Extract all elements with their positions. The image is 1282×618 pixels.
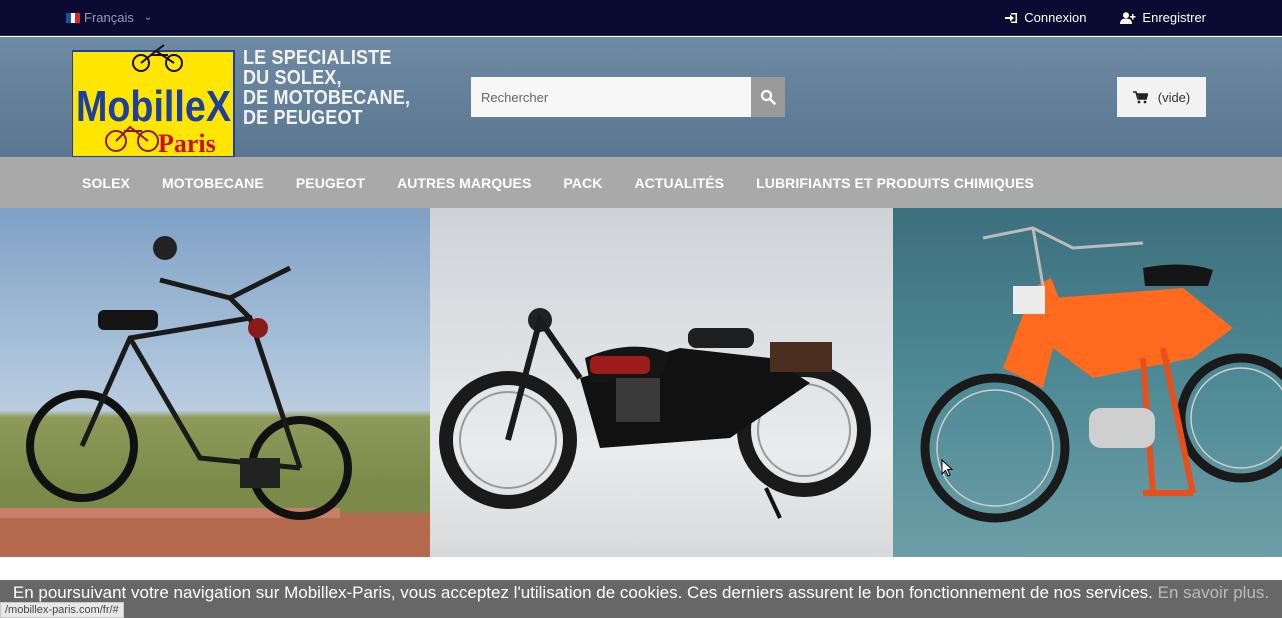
site-header: MobilleX Paris LE SPECIALISTE DU SOLEX, … [0,37,1282,157]
nav-item-pack[interactable]: PACK [547,175,618,191]
search-icon [760,89,776,105]
nav-item-solex[interactable]: SOLEX [66,175,146,191]
svg-text:MobilleX: MobilleX [76,82,231,131]
cookie-more-link[interactable]: En savoir plus. [1158,583,1270,602]
hero-banner [0,208,1282,557]
cookie-banner: En poursuivant votre navigation sur Mobi… [0,580,1282,618]
cookie-message: En poursuivant votre navigation sur Mobi… [12,583,1153,602]
france-flag-icon [66,12,81,23]
chevron-down-icon: ⌄ [143,12,153,23]
nav-item-motobecane[interactable]: MOTOBECANE [146,175,280,191]
mobillex-logo[interactable]: MobilleX Paris [72,37,238,157]
register-link[interactable]: Enregistrer [1120,10,1206,25]
login-link[interactable]: Connexion [1005,10,1086,25]
motobecane-image[interactable] [430,208,893,557]
nav-item-lubrifiants[interactable]: LUBRIFIANTS ET PRODUITS CHIMIQUES [740,175,1050,191]
register-label: Enregistrer [1142,10,1206,25]
nav-item-peugeot[interactable]: PEUGEOT [280,175,381,191]
tagline: LE SPECIALISTE DU SOLEX, DE MOTOBECANE, … [243,48,410,128]
nav-item-autres-marques[interactable]: AUTRES MARQUES [381,175,547,191]
mouse-cursor-icon [941,459,953,477]
language-label: Français [84,10,134,25]
search-button[interactable] [751,77,785,117]
search-input[interactable] [471,77,751,117]
nav-item-actualites[interactable]: ACTUALITÉS [618,175,740,191]
user-plus-icon [1120,11,1136,24]
cart-label: (vide) [1157,89,1191,105]
peugeot-image[interactable] [893,208,1282,557]
sign-in-icon [1005,12,1018,23]
main-nav: SOLEX MOTOBECANE PEUGEOT AUTRES MARQUES … [0,157,1282,208]
login-label: Connexion [1024,10,1087,25]
tagline-line: DE MOTOBECANE, [243,87,411,109]
tagline-line: DE PEUGEOT [243,107,363,129]
search-bar [471,77,785,117]
svg-text:Paris: Paris [158,129,216,157]
language-selector[interactable]: Français ⌄ [66,10,152,25]
cart-button[interactable]: (vide) [1117,77,1206,117]
tagline-line: LE SPECIALISTE [243,47,392,69]
status-url: /mobillex-paris.com/fr/# [0,602,124,618]
cart-icon [1132,90,1148,103]
solex-image[interactable] [0,208,430,557]
top-bar: Français ⌄ Connexion Enregistrer [0,0,1282,36]
tagline-line: DU SOLEX, [243,67,342,89]
